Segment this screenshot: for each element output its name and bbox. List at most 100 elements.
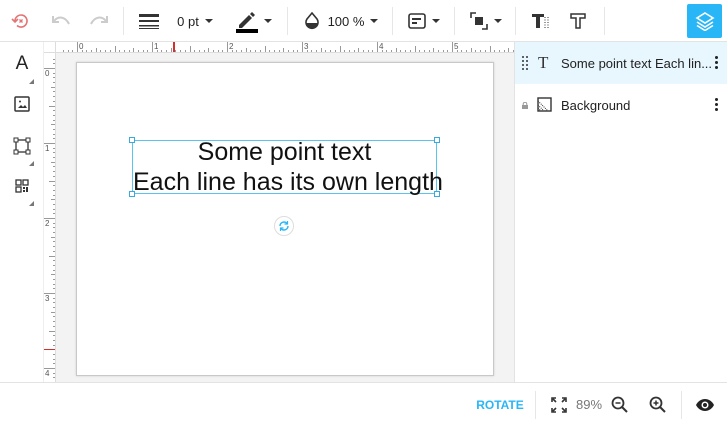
- preview-button[interactable]: [692, 383, 718, 427]
- point-text[interactable]: Some point text Each line has its own le…: [133, 137, 443, 197]
- ruler-tick: [316, 50, 318, 52]
- ruler-tick: [128, 50, 130, 52]
- text-outline-icon: [570, 13, 586, 29]
- ruler-tick: [152, 42, 153, 52]
- ruler-tick: [245, 48, 247, 52]
- zoom-in-button[interactable]: [646, 383, 670, 427]
- ruler-tick: [198, 50, 200, 52]
- text-outline-button[interactable]: [566, 0, 590, 42]
- ruler-tick: [302, 42, 303, 52]
- stroke-width-value: 0 pt: [177, 13, 199, 29]
- layers-button[interactable]: [687, 4, 722, 38]
- ruler-tick: [53, 175, 55, 177]
- toolbar: 0 pt 100 %: [0, 0, 727, 42]
- ruler-tick: [189, 46, 191, 52]
- add-image-tool[interactable]: [8, 90, 36, 118]
- ruler-tick: [53, 353, 55, 355]
- resize-handle[interactable]: [129, 191, 135, 197]
- ruler-tick: [362, 50, 364, 52]
- resize-handle[interactable]: [129, 137, 135, 143]
- ruler-tick: [53, 166, 55, 168]
- layer-item-text[interactable]: T Some point text Each lin...: [515, 42, 727, 84]
- undo-icon: [52, 16, 70, 25]
- ruler-tick: [86, 50, 88, 52]
- layers-icon: [694, 12, 715, 31]
- rotate-handle[interactable]: [274, 216, 294, 236]
- fit-to-screen-button[interactable]: [548, 383, 570, 427]
- text-line: Some point text: [197, 138, 372, 166]
- revert-button[interactable]: [8, 0, 34, 42]
- zoom-in-icon: [649, 396, 666, 413]
- ruler-tick: [53, 77, 55, 79]
- ruler-tick: [53, 114, 55, 116]
- fullscreen-icon: [551, 397, 567, 413]
- ruler-tick: [292, 50, 294, 52]
- ruler-label: 5: [454, 42, 459, 51]
- ruler-tick: [51, 199, 55, 201]
- ruler-tick: [311, 50, 313, 52]
- add-qr-code-tool[interactable]: [8, 172, 36, 206]
- stroke-width-dropdown[interactable]: 0 pt: [172, 0, 218, 42]
- rotate-button[interactable]: ROTATE: [470, 383, 530, 427]
- bottom-bar: ROTATE 89%: [0, 382, 727, 426]
- ruler-tick: [452, 42, 453, 52]
- text-align-icon: [408, 13, 426, 29]
- ruler-tick: [53, 110, 55, 112]
- chevron-down-icon: [204, 19, 213, 23]
- undo-button[interactable]: [48, 0, 74, 42]
- ruler-tick: [123, 50, 125, 52]
- arrange-dropdown[interactable]: [467, 0, 505, 42]
- ruler-label: 0: [79, 42, 84, 51]
- ruler-tick: [53, 283, 55, 285]
- ruler-tick: [358, 48, 360, 52]
- ruler-tick: [53, 133, 55, 135]
- ruler-label: 4: [379, 42, 384, 51]
- ruler-corner: [44, 42, 56, 53]
- ruler-tick: [67, 50, 69, 52]
- text-object[interactable]: Some point text Each line has its own le…: [129, 137, 443, 197]
- ruler-label: 4: [45, 369, 50, 378]
- ruler-tick: [49, 105, 55, 107]
- layer-item-background[interactable]: Background: [515, 84, 727, 126]
- opacity-value: 100 %: [327, 13, 365, 29]
- ruler-tick: [53, 302, 55, 304]
- more-options-icon[interactable]: [715, 98, 718, 113]
- ruler-tick: [400, 50, 402, 52]
- resize-handle[interactable]: [434, 191, 440, 197]
- add-shape-tool[interactable]: [8, 132, 36, 166]
- ruler-label: 1: [154, 42, 159, 51]
- resize-handle[interactable]: [434, 137, 440, 143]
- background-icon: [537, 97, 552, 112]
- ruler-tick: [53, 138, 55, 140]
- ruler-tick: [53, 278, 55, 280]
- add-text-tool[interactable]: A: [8, 50, 36, 84]
- align-dropdown[interactable]: [405, 0, 443, 42]
- opacity-dropdown[interactable]: 100 %: [300, 0, 382, 42]
- ruler-tick: [49, 330, 55, 332]
- ruler-tick: [109, 50, 111, 52]
- ruler-tick: [184, 50, 186, 52]
- ruler-tick: [53, 119, 55, 121]
- more-options-icon[interactable]: [715, 56, 718, 71]
- horizontal-ruler: 0 1 2 3 4 5: [56, 42, 514, 53]
- ruler-tick: [53, 246, 55, 248]
- ruler-tick: [423, 50, 425, 52]
- redo-button[interactable]: [86, 0, 112, 42]
- lock-icon: [522, 102, 528, 109]
- stroke-style-button[interactable]: [137, 0, 161, 42]
- ruler-tick: [227, 42, 228, 52]
- line-weight-icon: [139, 14, 159, 29]
- ruler-tick: [278, 50, 280, 52]
- zoom-out-icon: [611, 396, 628, 413]
- ruler-tick: [414, 46, 416, 52]
- text-style-button[interactable]: [528, 0, 552, 42]
- stroke-color-dropdown[interactable]: [230, 0, 276, 42]
- ruler-tick: [49, 180, 55, 182]
- ruler-tick: [287, 50, 289, 52]
- ruler-tick: [53, 358, 55, 360]
- ruler-tick: [53, 288, 55, 290]
- zoom-out-button[interactable]: [608, 383, 632, 427]
- ruler-tick: [53, 269, 55, 271]
- drag-handle-icon[interactable]: [522, 56, 528, 70]
- ruler-tick: [53, 91, 55, 93]
